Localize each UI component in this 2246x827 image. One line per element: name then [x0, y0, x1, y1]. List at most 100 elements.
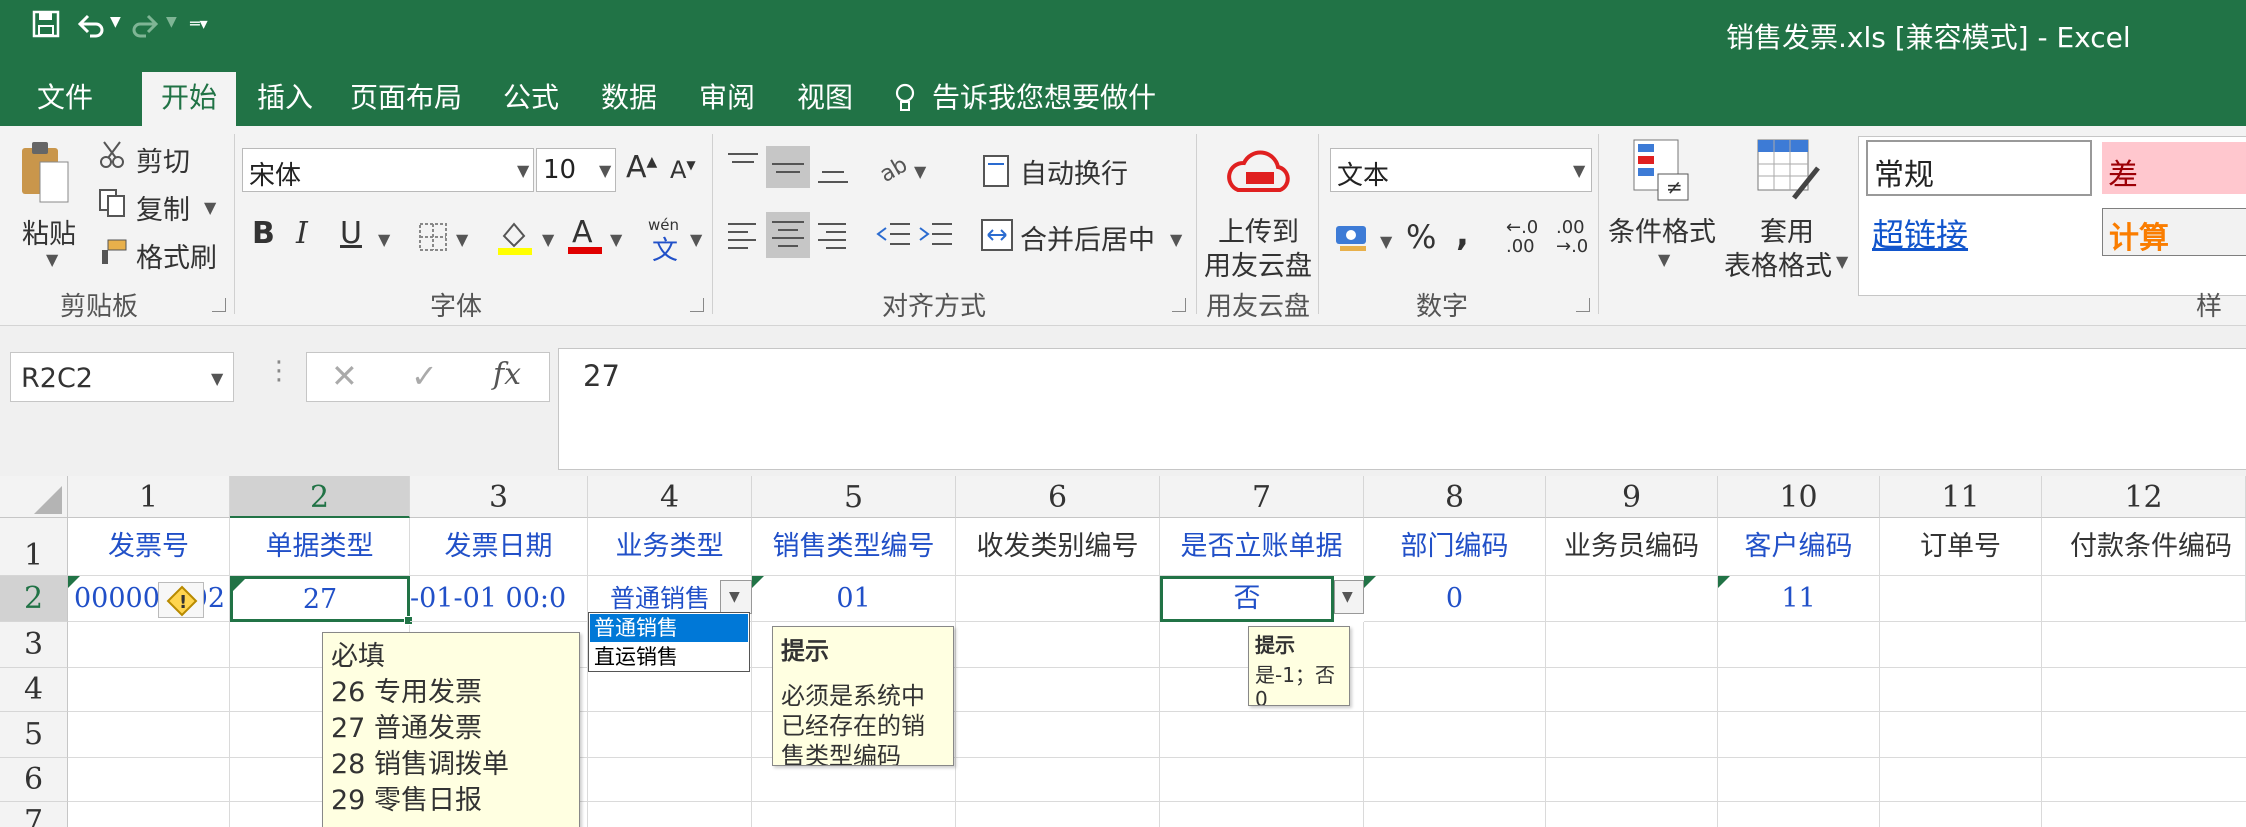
cut-button[interactable]: 剪切: [136, 140, 190, 179]
upload-line2[interactable]: 用友云盘: [1204, 244, 1312, 283]
column-header-10[interactable]: 10: [1718, 476, 1880, 518]
column-header-8[interactable]: 8: [1364, 476, 1546, 518]
alignment-launcher-icon[interactable]: [1172, 298, 1186, 312]
tab-review[interactable]: 审阅: [690, 76, 764, 126]
cell-doc-type-selected[interactable]: 27: [230, 576, 410, 622]
tab-page-layout[interactable]: 页面布局: [344, 76, 468, 126]
worksheet-grid[interactable]: 1 2 3 4 5 6 7 8 9 10 11 12 1 2 3 4 5 6 7…: [0, 476, 2246, 827]
column-header-7[interactable]: 7: [1160, 476, 1364, 518]
conditional-formatting-button[interactable]: 条件格式: [1608, 210, 1716, 249]
table-format-dropdown-icon[interactable]: ▼: [1836, 252, 1848, 271]
column-header-2[interactable]: 2: [230, 476, 410, 518]
copy-dropdown-icon[interactable]: ▼: [204, 198, 216, 217]
italic-icon[interactable]: I: [296, 216, 308, 251]
cell-payment-terms[interactable]: [2042, 576, 2246, 622]
save-icon[interactable]: [32, 10, 60, 38]
column-header-11[interactable]: 11: [1880, 476, 2042, 518]
fill-color-icon[interactable]: [496, 218, 534, 256]
decrease-indent-icon[interactable]: [876, 218, 912, 256]
decrease-decimal-icon[interactable]: .00 →.0: [1556, 218, 1588, 256]
dropdown-option-direct[interactable]: 直运销售: [590, 643, 748, 671]
borders-dropdown-icon[interactable]: ▼: [456, 230, 468, 249]
comma-style-icon[interactable]: ,: [1456, 214, 1469, 254]
style-calculation[interactable]: 计算: [2102, 208, 2246, 256]
underline-dropdown-icon[interactable]: ▼: [378, 230, 390, 249]
column-header-1[interactable]: 1: [68, 476, 230, 518]
chevron-down-icon[interactable]: ▼: [1573, 161, 1585, 180]
increase-indent-icon[interactable]: [918, 218, 954, 256]
tab-data[interactable]: 数据: [592, 76, 666, 126]
cell-io-category[interactable]: [956, 576, 1160, 622]
cell-customer-code[interactable]: 11: [1718, 576, 1880, 622]
increase-decimal-icon[interactable]: ←.0.00: [1506, 218, 1538, 256]
cloud-upload-icon[interactable]: [1222, 142, 1298, 202]
error-check-button[interactable]: !: [158, 582, 204, 618]
paste-dropdown-icon[interactable]: ▼: [46, 250, 58, 269]
style-normal[interactable]: 常规: [1866, 140, 2092, 196]
style-hyperlink[interactable]: 超链接: [1866, 204, 2092, 260]
align-right-icon[interactable]: [816, 218, 850, 256]
cell-invoice-date[interactable]: -01-01 00:0: [410, 576, 588, 622]
name-box[interactable]: R2C2 ▼: [10, 352, 234, 402]
paste-button[interactable]: 粘贴: [22, 212, 76, 251]
number-launcher-icon[interactable]: [1576, 298, 1590, 312]
bold-icon[interactable]: B: [252, 216, 275, 251]
cell-sales-type-code[interactable]: 01: [752, 576, 956, 622]
cell-salesman-code[interactable]: [1546, 576, 1718, 622]
redo-dropdown-icon[interactable]: ▼: [166, 14, 177, 30]
undo-icon[interactable]: [76, 10, 106, 38]
percent-style-icon[interactable]: %: [1406, 218, 1436, 256]
paste-icon[interactable]: [18, 138, 70, 208]
cell-is-account[interactable]: 否: [1160, 576, 1334, 622]
conditional-formatting-icon[interactable]: ≠: [1632, 138, 1692, 204]
row-header-1[interactable]: 1: [0, 518, 68, 576]
undo-dropdown-icon[interactable]: ▼: [110, 14, 121, 30]
align-top-icon[interactable]: [726, 150, 760, 180]
cell-invoice-no[interactable]: 000000 02: [68, 576, 230, 622]
align-left-icon[interactable]: [726, 218, 760, 256]
style-bad[interactable]: 差: [2102, 142, 2246, 194]
font-launcher-icon[interactable]: [690, 298, 704, 312]
insert-function-icon[interactable]: fx: [493, 357, 521, 392]
table-format-line2[interactable]: 表格格式: [1724, 244, 1832, 283]
row-header-2[interactable]: 2: [0, 576, 68, 622]
tab-formulas[interactable]: 公式: [494, 76, 568, 126]
format-as-table-icon[interactable]: [1756, 138, 1822, 204]
column-header-9[interactable]: 9: [1546, 476, 1718, 518]
row-header-4[interactable]: 4: [0, 668, 68, 712]
clipboard-launcher-icon[interactable]: [212, 298, 226, 312]
accounting-format-icon[interactable]: [1334, 220, 1374, 254]
align-center-button[interactable]: [766, 212, 810, 258]
decrease-font-size-icon[interactable]: A▼: [670, 156, 696, 184]
customize-qat-icon[interactable]: ═▾: [190, 14, 208, 33]
column-header-3[interactable]: 3: [410, 476, 588, 518]
cancel-icon[interactable]: ✕: [331, 357, 358, 395]
is-account-dropdown-button[interactable]: ▼: [1334, 580, 1364, 614]
tab-insert[interactable]: 插入: [248, 76, 322, 126]
wrap-text-button[interactable]: 自动换行: [1020, 152, 1128, 191]
header-sales-type-code[interactable]: 销售类型编号: [752, 518, 956, 576]
formula-bar-grip-icon[interactable]: ⋮: [266, 356, 292, 386]
redo-icon[interactable]: [130, 10, 160, 38]
merge-dropdown-icon[interactable]: ▼: [1170, 230, 1182, 249]
header-is-account[interactable]: 是否立账单据: [1160, 518, 1364, 576]
font-color-dropdown-icon[interactable]: ▼: [610, 230, 622, 249]
row-header-6[interactable]: 6: [0, 758, 68, 802]
header-dept-code[interactable]: 部门编码: [1364, 518, 1546, 576]
font-name-combobox[interactable]: 宋体 ▼: [242, 148, 534, 192]
formula-input[interactable]: 27: [558, 348, 2246, 470]
font-color-icon[interactable]: A: [566, 214, 604, 256]
column-header-4[interactable]: 4: [588, 476, 752, 518]
cell-order-no[interactable]: [1880, 576, 2042, 622]
align-middle-button[interactable]: [766, 146, 810, 188]
copy-button[interactable]: 复制: [136, 188, 190, 227]
dropdown-option-ordinary[interactable]: 普通销售: [590, 614, 748, 642]
fill-color-dropdown-icon[interactable]: ▼: [542, 230, 554, 249]
column-header-5[interactable]: 5: [752, 476, 956, 518]
phonetic-guide-icon[interactable]: 文: [652, 230, 678, 267]
header-invoice-date[interactable]: 发票日期: [410, 518, 588, 576]
align-bottom-icon[interactable]: [816, 152, 850, 186]
tab-view[interactable]: 视图: [788, 76, 862, 126]
tab-home[interactable]: 开始: [142, 72, 236, 126]
header-doc-type[interactable]: 单据类型: [230, 518, 410, 576]
